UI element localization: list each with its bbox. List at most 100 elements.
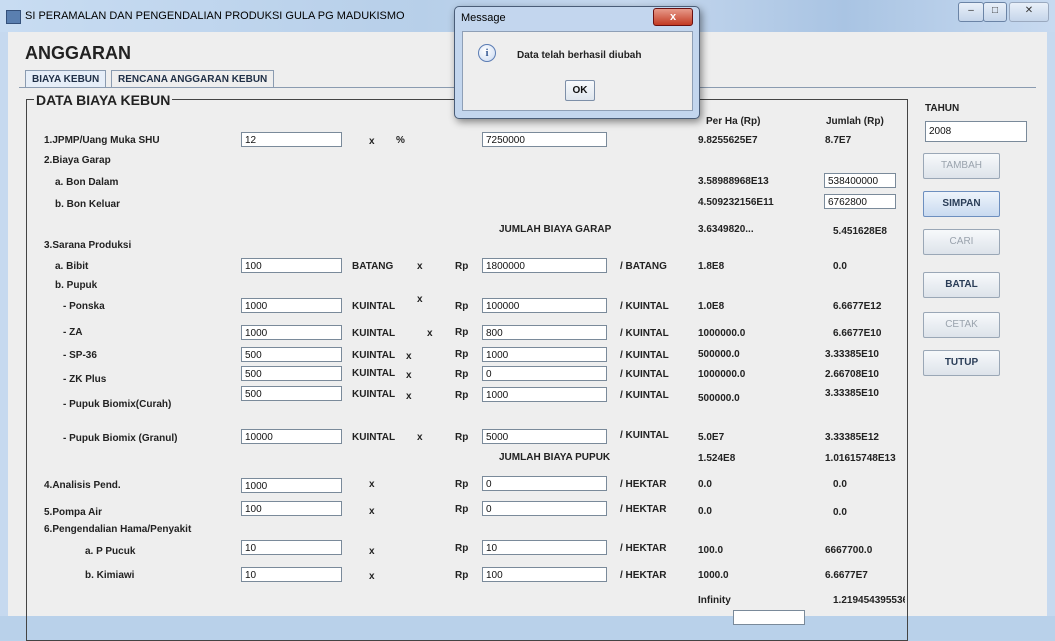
tab-biaya-kebun[interactable]: BIAYA KEBUN <box>25 70 107 88</box>
jumlah-garap-label: JUMLAH BIAYA GARAP <box>499 224 612 235</box>
jpmp-jumlah: 8.7E7 <box>825 135 852 146</box>
sp36-jumlah: 3.33385E10 <box>825 349 879 360</box>
sp36-per-ha: 500000.0 <box>698 349 740 360</box>
kimiawi-x: x <box>369 571 375 582</box>
tambah-button[interactable]: TAMBAH <box>923 153 1000 179</box>
minimize-button[interactable]: – <box>958 2 984 22</box>
biomix-curah-per-ha: 500000.0 <box>698 393 740 404</box>
zkplus-price-input[interactable]: 0 <box>482 366 607 381</box>
ponska-price-input[interactable]: 100000 <box>482 298 607 313</box>
bibit-qty-input[interactable]: 100 <box>241 258 342 273</box>
col-per-ha-header: Per Ha (Rp) <box>706 116 761 127</box>
zkplus-unit: KUINTAL <box>352 368 396 379</box>
sp36-label: - SP-36 <box>63 350 97 361</box>
bibit-label: a. Bibit <box>55 261 89 272</box>
total-input[interactable] <box>733 610 805 625</box>
tahun-input[interactable]: 2008 <box>925 121 1027 142</box>
multiply-sign: x <box>369 136 375 147</box>
biomix-granul-label: - Pupuk Biomix (Granul) <box>63 433 178 444</box>
jumlah-garap-per-ha: 3.6349820... <box>698 224 754 235</box>
ponska-x: x <box>417 294 423 305</box>
zkplus-rp: Rp <box>455 369 469 380</box>
window-frame-right <box>1047 32 1055 616</box>
p-pucuk-rp: Rp <box>455 543 469 554</box>
total-per-ha: Infinity <box>698 595 731 606</box>
biomix-granul-price-input[interactable]: 5000 <box>482 429 607 444</box>
zkplus-jumlah: 2.66708E10 <box>825 369 879 380</box>
dialog-message: Data telah berhasil diubah <box>517 50 642 61</box>
dialog-close-button[interactable]: x <box>653 8 693 26</box>
kimiawi-jumlah: 6.6677E7 <box>825 570 868 581</box>
sp36-qty-input[interactable]: 500 <box>241 347 342 362</box>
biomix-granul-rp: Rp <box>455 432 469 443</box>
group-title: DATA BIAYA KEBUN <box>34 92 173 108</box>
kimiawi-price-input[interactable]: 100 <box>482 567 607 582</box>
bon-keluar-per-ha: 4.509232156E11 <box>698 197 774 208</box>
pompa-price-input[interactable]: 0 <box>482 501 607 516</box>
jumlah-pupuk-jumlah: 1.01615748E13 <box>825 453 896 464</box>
bibit-price-input[interactable]: 1800000 <box>482 258 607 273</box>
kimiawi-qty-input[interactable]: 10 <box>241 567 342 582</box>
pompa-qty-input[interactable]: 100 <box>241 501 342 516</box>
zkplus-per-unit: / KUINTAL <box>620 369 669 380</box>
jpmp-price-input[interactable]: 7250000 <box>482 132 607 147</box>
close-button[interactable]: ✕ <box>1009 2 1049 22</box>
col-jumlah-header: Jumlah (Rp) <box>826 116 884 127</box>
ponska-qty-input[interactable]: 1000 <box>241 298 342 313</box>
biomix-curah-price-input[interactable]: 1000 <box>482 387 607 402</box>
tab-rencana-anggaran-kebun[interactable]: RENCANA ANGGARAN KEBUN <box>111 70 275 88</box>
jumlah-garap-jumlah: 5.451628E8 <box>833 226 887 237</box>
biomix-granul-unit: KUINTAL <box>352 432 396 443</box>
sp36-x: x <box>406 351 412 362</box>
biomix-curah-label: - Pupuk Biomix(Curah) <box>63 399 172 410</box>
analisis-price-input[interactable]: 0 <box>482 476 607 491</box>
app-window: SI PERAMALAN DAN PENGENDALIAN PRODUKSI G… <box>0 0 1055 641</box>
biomix-granul-per-ha: 5.0E7 <box>698 432 725 443</box>
analisis-rp: Rp <box>455 479 469 490</box>
bibit-x: x <box>417 261 423 272</box>
za-rp: Rp <box>455 327 469 338</box>
za-x: x <box>427 328 433 339</box>
total-jumlah: 1.219454395536 <box>833 595 905 606</box>
za-per-unit: / KUINTAL <box>620 328 669 339</box>
jumlah-pupuk-per-ha: 1.524E8 <box>698 453 736 464</box>
analisis-qty-input[interactable]: 1000 <box>241 478 342 493</box>
biomix-curah-jumlah: 3.33385E10 <box>825 388 879 399</box>
biomix-curah-rp: Rp <box>455 390 469 401</box>
biomix-granul-x: x <box>417 432 423 443</box>
biomix-curah-per-unit: / KUINTAL <box>620 390 669 401</box>
bon-keluar-input[interactable]: 6762800 <box>824 194 896 209</box>
garap-label: 2.Biaya Garap <box>44 155 111 166</box>
dialog-body: i Data telah berhasil diubah OK <box>462 31 693 111</box>
bibit-per-unit: / BATANG <box>620 261 667 272</box>
pompa-per-unit: / HEKTAR <box>620 504 667 515</box>
cari-button[interactable]: CARI <box>923 229 1000 255</box>
za-qty-input[interactable]: 1000 <box>241 325 342 340</box>
jpmp-input[interactable]: 12 <box>241 132 342 147</box>
za-label: - ZA <box>63 327 83 338</box>
simpan-button[interactable]: SIMPAN <box>923 191 1000 217</box>
maximize-button[interactable]: □ <box>983 2 1007 22</box>
ponska-jumlah: 6.6677E12 <box>833 301 882 312</box>
biomix-granul-qty-input[interactable]: 10000 <box>241 429 342 444</box>
p-pucuk-price-input[interactable]: 10 <box>482 540 607 555</box>
batal-button[interactable]: BATAL <box>923 272 1000 298</box>
bon-dalam-per-ha: 3.58988968E13 <box>698 176 769 187</box>
biomix-curah-qty-input[interactable]: 500 <box>241 386 342 401</box>
za-price-input[interactable]: 800 <box>482 325 607 340</box>
biomix-granul-per-unit: / KUINTAL <box>620 430 669 441</box>
analisis-per-unit: / HEKTAR <box>620 479 667 490</box>
ponska-rp: Rp <box>455 301 469 312</box>
content-pane: ANGGARAN BIAYA KEBUN RENCANA ANGGARAN KE… <box>8 32 1047 641</box>
sp36-price-input[interactable]: 1000 <box>482 347 607 362</box>
cetak-button[interactable]: CETAK <box>923 312 1000 338</box>
bibit-per-ha: 1.8E8 <box>698 261 725 272</box>
kimiawi-per-unit: / HEKTAR <box>620 570 667 581</box>
bon-dalam-input[interactable]: 538400000 <box>824 173 896 188</box>
window-title: SI PERAMALAN DAN PENGENDALIAN PRODUKSI G… <box>25 10 405 22</box>
zkplus-qty-input[interactable]: 500 <box>241 366 342 381</box>
ok-button[interactable]: OK <box>565 80 595 101</box>
tutup-button[interactable]: TUTUP <box>923 350 1000 376</box>
p-pucuk-qty-input[interactable]: 10 <box>241 540 342 555</box>
bibit-jumlah: 0.0 <box>833 261 847 272</box>
